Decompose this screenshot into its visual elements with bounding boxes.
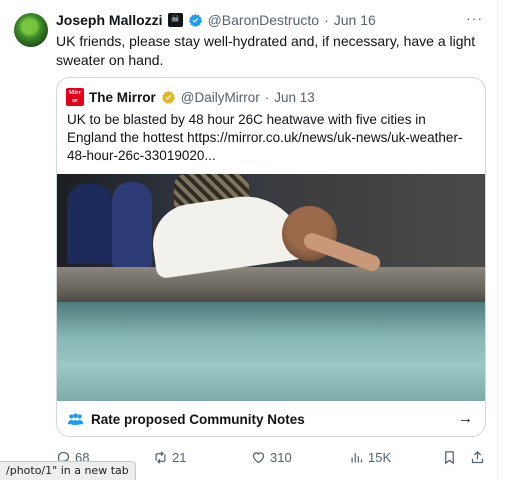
quoted-handle[interactable]: @DailyMirror xyxy=(181,90,260,105)
author-handle[interactable]: @BaronDestructo xyxy=(208,12,319,28)
dot-separator: · xyxy=(264,89,270,105)
mirror-logo[interactable]: Mirr or xyxy=(66,88,84,106)
community-notes-row[interactable]: Rate proposed Community Notes → xyxy=(57,401,485,436)
arrow-right-icon[interactable]: → xyxy=(458,410,473,427)
dot-separator: · xyxy=(324,12,329,28)
repost-count: 21 xyxy=(172,449,187,465)
views-count: 15K xyxy=(368,449,392,465)
tweet-text: UK friends, please stay well-hydrated an… xyxy=(56,33,476,68)
verified-badge-icon[interactable] xyxy=(188,13,203,28)
quoted-author-name[interactable]: The Mirror xyxy=(89,90,156,105)
community-notes-label: Rate proposed Community Notes xyxy=(91,412,305,427)
bookmark-icon xyxy=(445,450,454,464)
avatar[interactable] xyxy=(14,13,48,47)
views-button[interactable]: 15K xyxy=(349,447,391,467)
repost-button[interactable]: 21 xyxy=(153,447,186,467)
status-bar-tooltip: /photo/1" in a new tab xyxy=(0,461,136,480)
share-button[interactable] xyxy=(470,447,485,467)
views-icon xyxy=(351,452,363,462)
tweet-date[interactable]: Jun 16 xyxy=(334,12,376,28)
bookmark-button[interactable] xyxy=(442,447,457,467)
people-icon xyxy=(67,412,84,427)
quoted-header: Mirr or The Mirror @DailyMirror · Jun 13 xyxy=(66,88,315,106)
repost-icon xyxy=(155,450,166,464)
quoted-tweet-card[interactable]: Mirr or The Mirror @DailyMirror · Jun 13 … xyxy=(56,77,486,437)
quoted-date[interactable]: Jun 13 xyxy=(274,90,315,105)
verified-badge-icon[interactable] xyxy=(161,90,176,105)
quoted-photo[interactable] xyxy=(57,174,485,401)
pirate-flag-icon: ☠ xyxy=(167,13,183,27)
tweet-header: Joseph Mallozzi ☠ @BaronDestructo · Jun … xyxy=(56,12,376,28)
author-name[interactable]: Joseph Mallozzi xyxy=(56,12,163,28)
like-count: 310 xyxy=(270,449,292,465)
like-icon xyxy=(252,451,265,463)
quoted-text: UK to be blasted by 48 hour 26C heatwave… xyxy=(67,112,463,163)
right-divider xyxy=(497,0,498,480)
share-icon xyxy=(471,450,484,463)
like-button[interactable]: 310 xyxy=(251,447,292,467)
more-icon[interactable]: ··· xyxy=(466,10,483,26)
